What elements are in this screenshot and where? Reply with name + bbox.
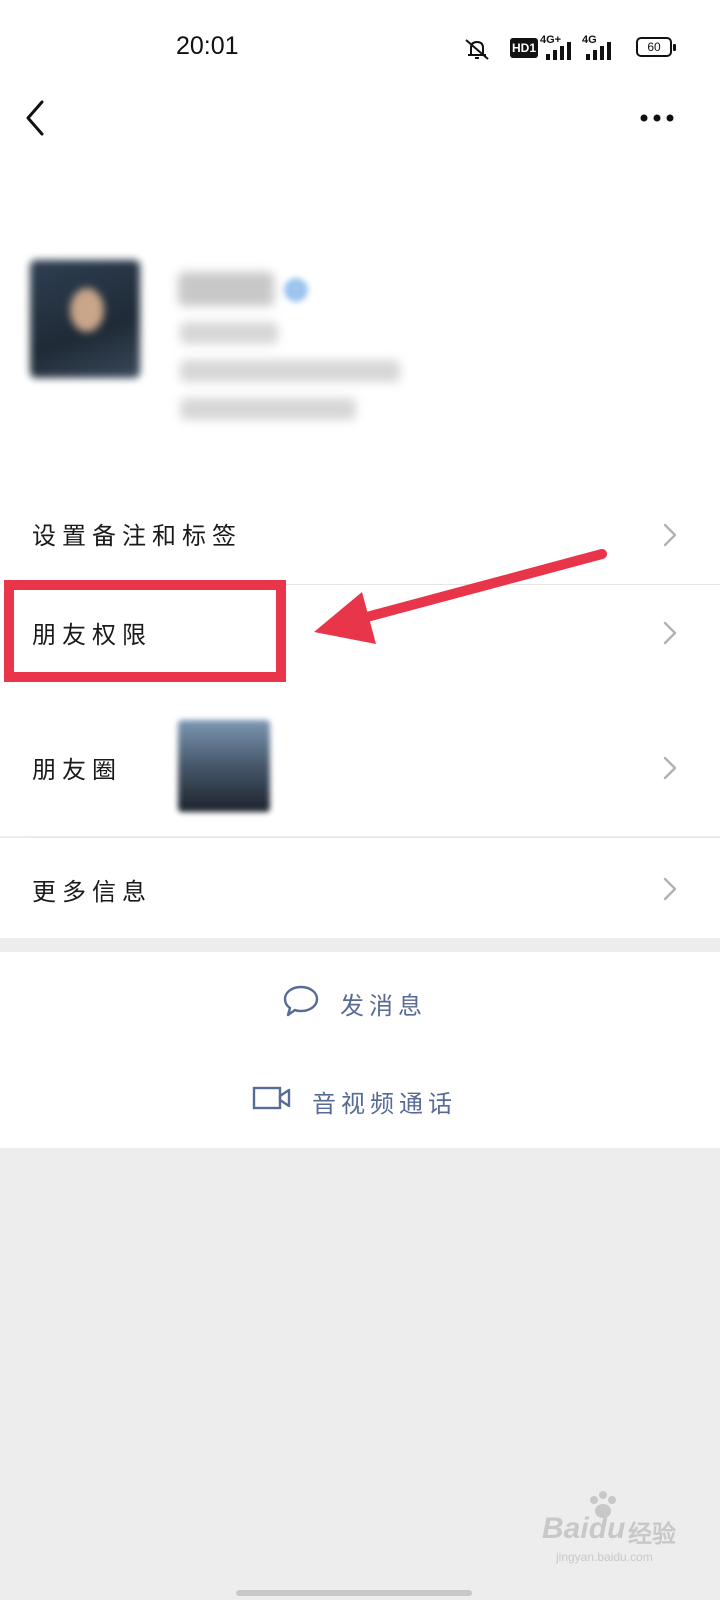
signal-icon — [546, 42, 571, 60]
video-call-label: 音视频通话 — [312, 1090, 457, 1118]
send-message-button[interactable]: 发消息 — [0, 952, 720, 1050]
actions-area: 发消息 音视频通话 — [0, 952, 720, 1148]
mute-bell-icon — [465, 39, 489, 60]
set-remark-tags-label: 设置备注和标签 — [32, 522, 242, 550]
home-indicator[interactable] — [236, 1590, 472, 1596]
chevron-right-icon — [663, 621, 677, 645]
contact-profile — [0, 250, 720, 440]
video-camera-icon — [252, 1086, 291, 1110]
status-bar: 20:01 HD1 4G+ 4G 60 — [0, 0, 720, 96]
chevron-left-icon[interactable] — [18, 96, 58, 140]
chevron-right-icon — [663, 756, 677, 780]
battery-indicator: 60 — [636, 37, 676, 57]
baidu-jingyan-watermark: Baidu 经验 jingyan.baidu.com — [542, 1490, 712, 1570]
contact-alias-blurred — [180, 322, 278, 344]
red-arrow-icon — [314, 549, 607, 644]
avatar-face — [70, 288, 104, 332]
status-time: 20:01 — [176, 32, 239, 60]
more-info-label: 更多信息 — [32, 878, 152, 906]
gender-badge — [284, 278, 308, 302]
more-info-row[interactable]: 更多信息 — [0, 838, 720, 938]
chat-bubble-icon — [283, 985, 319, 1017]
hd-badge: HD1 — [510, 38, 538, 58]
moments-thumbnail — [178, 720, 270, 812]
video-call-button[interactable]: 音视频通话 — [0, 1050, 720, 1148]
send-message-label: 发消息 — [340, 992, 427, 1020]
avatar[interactable] — [30, 260, 140, 378]
highlight-box — [4, 580, 286, 682]
moments-label: 朋友圈 — [32, 756, 122, 784]
contact-region-blurred — [180, 398, 356, 420]
watermark-cn: 经验 — [628, 1520, 676, 1548]
contact-name-blurred — [178, 272, 274, 306]
watermark-brand: Baidu — [542, 1512, 626, 1545]
watermark-url: jingyan.baidu.com — [556, 1550, 653, 1564]
contact-wechat-id-blurred — [180, 360, 400, 382]
signal-icon-2 — [586, 42, 611, 60]
chevron-right-icon — [663, 877, 677, 901]
more-dots-icon[interactable] — [636, 104, 678, 132]
moments-row[interactable]: 朋友圈 — [0, 698, 720, 836]
chevron-right-icon — [663, 523, 677, 547]
